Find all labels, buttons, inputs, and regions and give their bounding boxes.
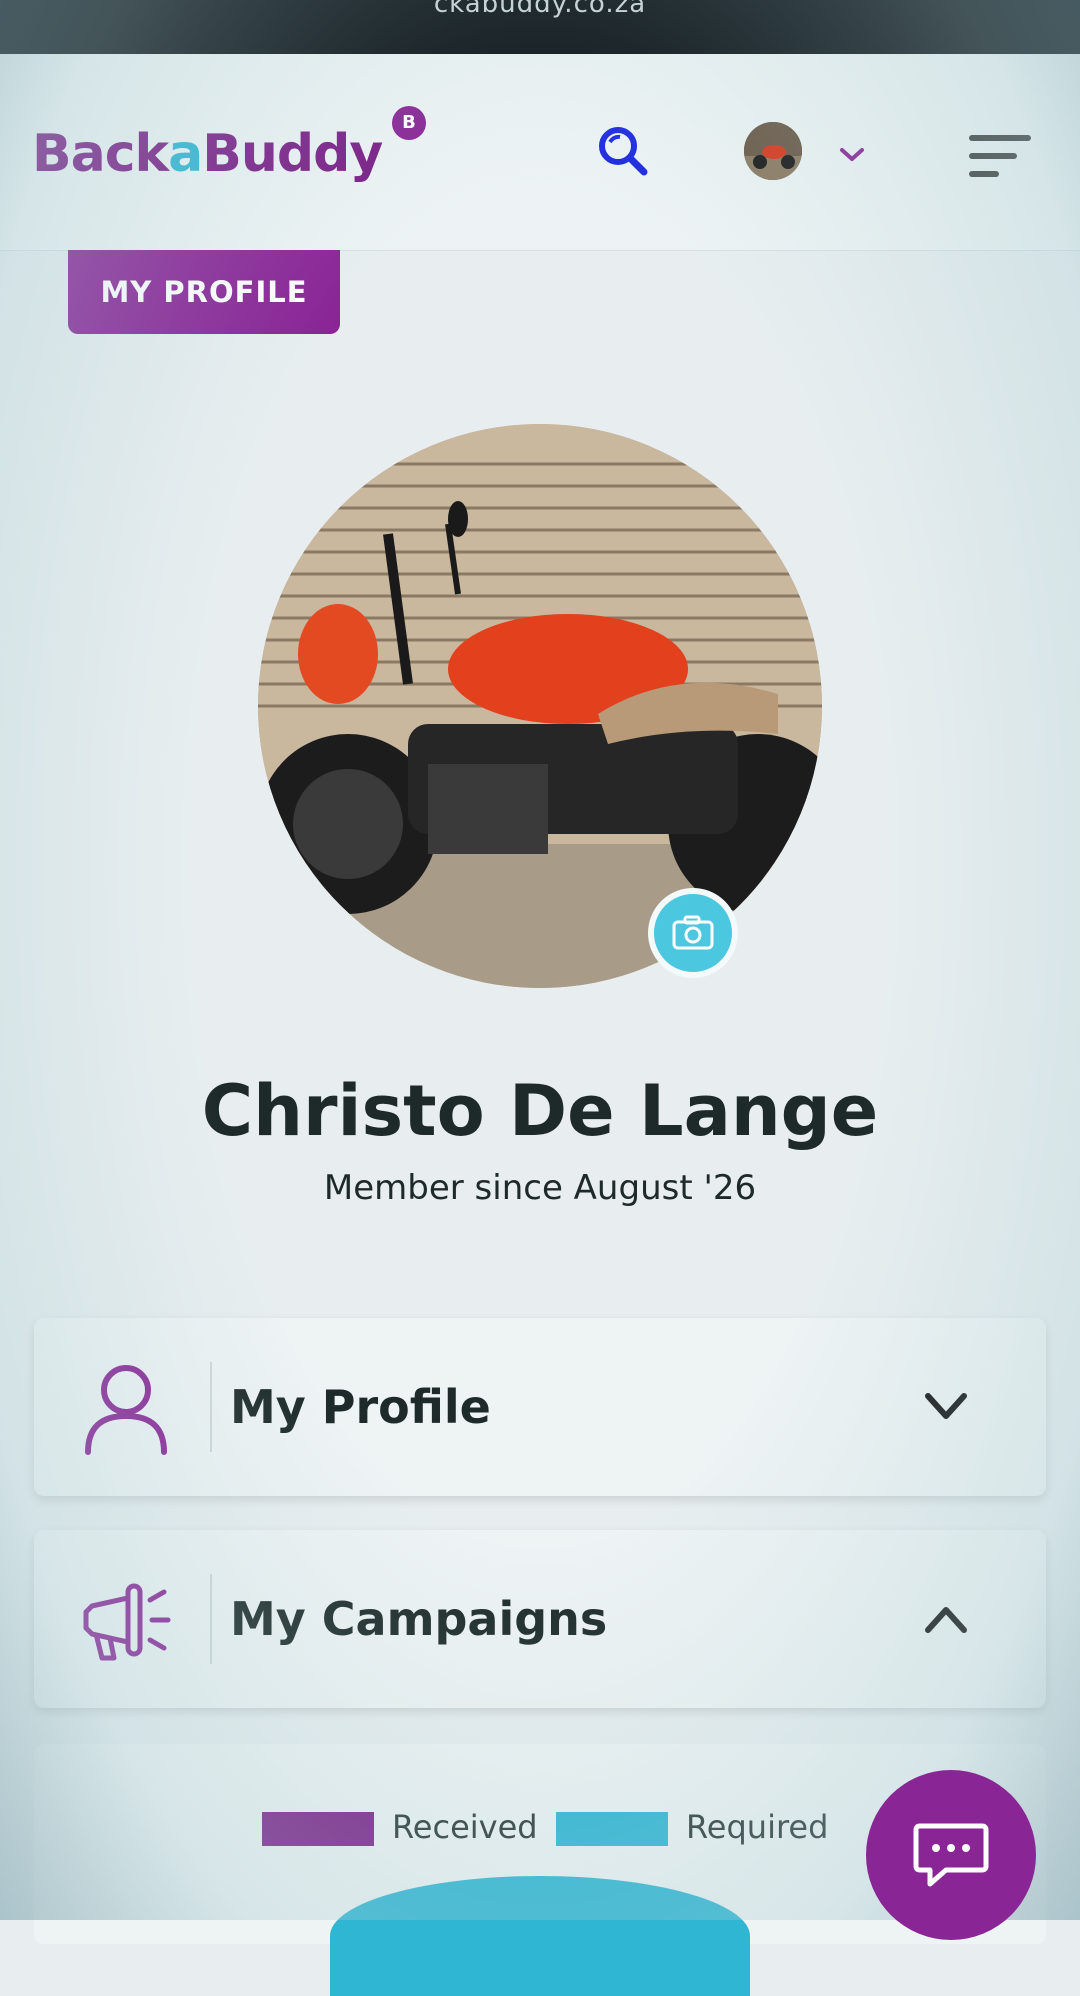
- logo-text-a: a: [168, 124, 203, 184]
- legend-label-required: Required: [686, 1808, 829, 1846]
- my-profile-title: My Profile: [230, 1380, 491, 1434]
- header-avatar[interactable]: [744, 122, 802, 180]
- legend-label-received: Received: [392, 1808, 538, 1846]
- member-since: Member since August '26: [323, 1168, 757, 1208]
- logo-badge: B: [392, 106, 426, 140]
- my-profile-accordion[interactable]: My Profile: [34, 1318, 1046, 1496]
- chevron-down-icon[interactable]: [922, 1390, 970, 1424]
- logo-text-back: Back: [32, 124, 169, 184]
- site-header: BackaBuddy B: [0, 54, 1080, 251]
- account-chevron-down-icon[interactable]: [838, 145, 866, 165]
- accordion-divider: [210, 1362, 212, 1452]
- megaphone-icon: [83, 1583, 171, 1661]
- profile-name: Christo De Lange: [201, 1070, 879, 1152]
- profile-avatar: [258, 424, 822, 988]
- search-icon[interactable]: [596, 124, 650, 178]
- my-campaigns-accordion[interactable]: My Campaigns: [34, 1530, 1046, 1708]
- campaign-gauge: [330, 1876, 750, 1996]
- chat-icon: [913, 1823, 989, 1887]
- camera-icon: [672, 915, 714, 950]
- legend-swatch-required: [556, 1812, 668, 1846]
- hamburger-menu-icon[interactable]: [968, 132, 1032, 182]
- accordion-divider: [210, 1574, 212, 1664]
- chat-button[interactable]: [866, 1770, 1036, 1940]
- change-photo-button[interactable]: [648, 888, 738, 978]
- browser-url-bar[interactable]: ckabuddy.co.za: [0, 0, 1080, 54]
- my-profile-tab[interactable]: MY PROFILE: [68, 250, 340, 334]
- my-campaigns-title: My Campaigns: [230, 1592, 608, 1646]
- chevron-up-icon[interactable]: [922, 1602, 970, 1636]
- user-icon: [85, 1365, 167, 1455]
- url-text: ckabuddy.co.za: [433, 0, 647, 19]
- logo-text-buddy: Buddy: [202, 124, 383, 184]
- backabuddy-logo[interactable]: BackaBuddy: [32, 124, 383, 184]
- legend-swatch-received: [262, 1812, 374, 1846]
